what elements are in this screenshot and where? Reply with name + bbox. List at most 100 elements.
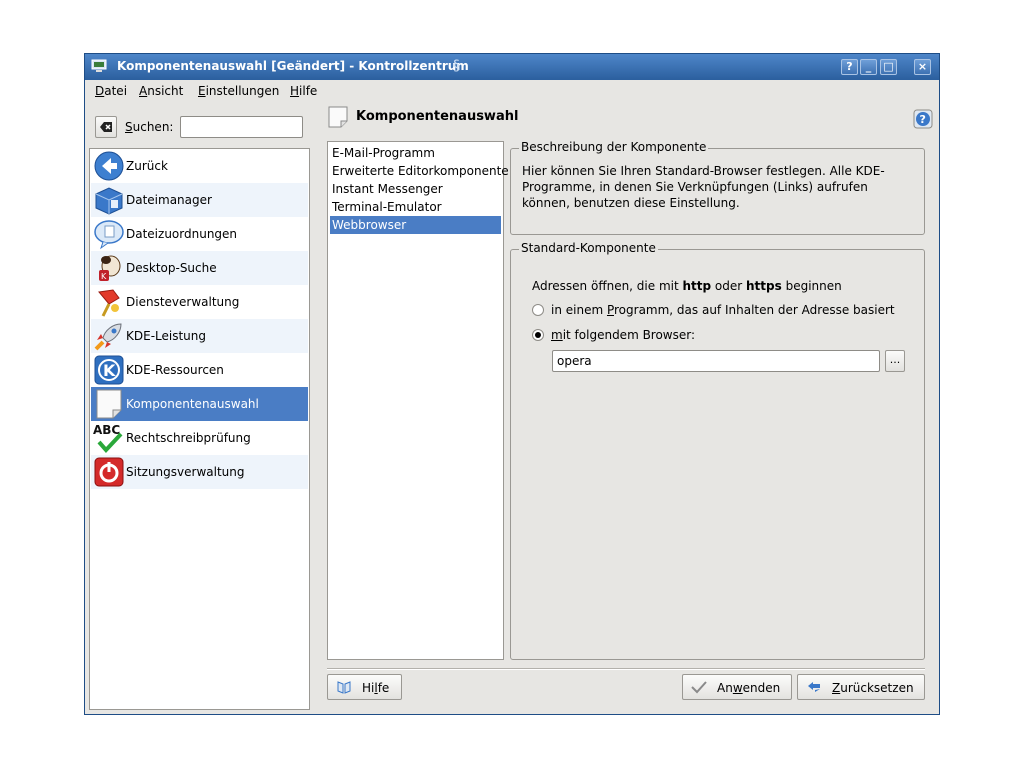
service-manager-icon <box>98 289 120 317</box>
power-icon <box>94 457 124 487</box>
menu-hilfe-mnemonic: H <box>290 84 300 98</box>
option2-post: it folgendem Browser: <box>562 328 696 342</box>
sidebar-item-rechtschreibpruefung[interactable]: ABC Rechtschreibprüfung <box>91 421 308 455</box>
list-item-terminal-emulator[interactable]: Terminal-Emulator <box>330 198 501 216</box>
page-title: Komponentenauswahl <box>356 109 519 124</box>
description-group: Beschreibung der Komponente Hier können … <box>510 140 925 235</box>
clear-search-button[interactable] <box>95 116 117 138</box>
menu-datei-label: atei <box>104 84 128 98</box>
sidebar-item-kde-leistung[interactable]: KDE-Leistung <box>91 319 308 353</box>
browser-command-field[interactable] <box>552 350 880 372</box>
spiral-icon: § <box>453 58 460 74</box>
search-input[interactable] <box>180 116 303 138</box>
minimize-button[interactable]: _ <box>860 59 877 75</box>
option1-post: rogramm, das auf Inhalten der Adresse ba… <box>614 303 895 317</box>
menu-ansicht-label: nsicht <box>147 84 184 98</box>
sidebar-item-diensteverwaltung[interactable]: Diensteverwaltung <box>91 285 308 319</box>
apply-button-label: Anwenden <box>717 681 780 695</box>
sidebar-item-label: Sitzungsverwaltung <box>126 465 245 479</box>
standard-component-group: Standard-Komponente Adressen öffnen, die… <box>510 241 925 660</box>
radio-program-based-label[interactable]: in einem Programm, das auf Inhalten der … <box>551 303 895 317</box>
sidebar-item-desktop-suche[interactable]: K Desktop-Suche <box>91 251 308 285</box>
close-button[interactable]: × <box>914 59 931 75</box>
sidebar-item-dateizuordnungen[interactable]: Dateizuordnungen <box>91 217 308 251</box>
button-separator <box>327 668 925 670</box>
browse-button[interactable]: ... <box>885 350 905 372</box>
sidebar-item-label: Zurück <box>126 159 168 173</box>
address-intro-text: Adressen öffnen, die mit http oder https… <box>532 279 842 293</box>
window-title: Komponentenauswahl [Geändert] - Kontroll… <box>117 59 469 73</box>
sidebar-item-dateimanager[interactable]: Dateimanager <box>91 183 308 217</box>
sidebar-item-kde-ressourcen[interactable]: K KDE-Ressourcen <box>91 353 308 387</box>
module-sidebar: Zurück Dateimanager Dateizuordnungen K D… <box>89 148 310 710</box>
rocket-icon <box>94 323 122 351</box>
help-icon[interactable]: ? <box>913 109 933 129</box>
svg-text:ABC: ABC <box>93 423 120 437</box>
sidebar-item-label: KDE-Leistung <box>126 329 206 343</box>
reset-mnemonic: Z <box>832 681 841 695</box>
sidebar-item-komponentenauswahl[interactable]: Komponentenauswahl <box>91 387 308 421</box>
intro-http: http <box>682 279 712 293</box>
menu-hilfe-label: ilfe <box>299 84 318 98</box>
apply-button[interactable]: Anwenden <box>682 674 792 700</box>
option1-mnemonic: P <box>606 303 614 317</box>
menu-datei-mnemonic: D <box>95 84 105 98</box>
sidebar-item-label: Rechtschreibprüfung <box>126 431 251 445</box>
help-button[interactable]: Hilfe <box>327 674 402 700</box>
title-bar[interactable]: Komponentenauswahl [Geändert] - Kontroll… <box>85 54 939 80</box>
help-post: fe <box>377 681 390 695</box>
option2-mnemonic: m <box>551 328 563 342</box>
file-manager-icon <box>95 187 123 215</box>
help-book-icon <box>337 681 351 694</box>
list-item-e-mail-programm[interactable]: E-Mail-Programm <box>330 144 501 162</box>
clear-search-icon <box>100 122 112 132</box>
apply-post: enden <box>742 681 781 695</box>
reset-post: urücksetzen <box>840 681 914 695</box>
radio-program-based[interactable] <box>532 304 544 316</box>
menu-bar: Datei Ansicht Einstellungen Hilfe <box>85 81 939 101</box>
blank-page-icon <box>96 389 122 419</box>
list-item-editor-component[interactable]: Erweiterte Editorkomponente <box>330 162 509 180</box>
menu-einstellungen[interactable]: Einstellungen <box>198 84 279 98</box>
menu-ansicht[interactable]: Ansicht <box>139 84 183 98</box>
desktop-search-icon: K <box>99 255 121 281</box>
intro-https: https <box>746 279 782 293</box>
svg-text:?: ? <box>920 113 926 126</box>
reset-button[interactable]: Zurücksetzen <box>797 674 925 700</box>
sidebar-item-label: KDE-Ressourcen <box>126 363 224 377</box>
spellcheck-icon: ABC <box>93 423 123 453</box>
description-text: Hier können Sie Ihren Standard-Browser f… <box>522 164 885 210</box>
sidebar-item-sitzungsverwaltung[interactable]: Sitzungsverwaltung <box>91 455 308 489</box>
description-group-title: Beschreibung der Komponente <box>519 140 709 154</box>
back-arrow-icon <box>94 151 124 181</box>
search-label-mnemonic: S <box>125 120 133 134</box>
file-associations-icon <box>94 220 124 250</box>
menu-ansicht-mnemonic: A <box>139 84 148 98</box>
undo-arrow-icon <box>808 682 820 692</box>
svg-text:K: K <box>103 361 116 380</box>
maximize-button[interactable]: □ <box>880 59 897 75</box>
whats-this-button[interactable]: ? <box>841 59 858 75</box>
reset-button-label: Zurücksetzen <box>832 681 914 695</box>
list-item-instant-messenger[interactable]: Instant Messenger <box>330 180 501 198</box>
menu-datei[interactable]: Datei <box>95 84 127 98</box>
page-icon <box>328 106 348 128</box>
radio-specific-browser-label[interactable]: mit folgendem Browser: <box>551 328 695 342</box>
sidebar-item-label: Dateizuordnungen <box>126 227 238 241</box>
sidebar-item-zurueck[interactable]: Zurück <box>91 149 308 183</box>
sidebar-item-label: Dateimanager <box>126 193 212 207</box>
sidebar-item-label: Komponentenauswahl <box>126 397 259 411</box>
menu-einstellungen-mnemonic: E <box>198 84 206 98</box>
menu-hilfe[interactable]: Hilfe <box>290 84 317 98</box>
radio-specific-browser[interactable] <box>532 329 544 341</box>
svg-text:K: K <box>101 272 107 281</box>
sidebar-item-label: Desktop-Suche <box>126 261 217 275</box>
help-button-label: Hilfe <box>362 681 389 695</box>
menu-einstellungen-label: instellungen <box>205 84 280 98</box>
list-item-webbrowser[interactable]: Webbrowser <box>330 216 501 234</box>
checkmark-icon <box>691 681 707 694</box>
help-pre: Hi <box>362 681 375 695</box>
intro-text-mid: oder <box>711 279 747 293</box>
option1-pre: in einem <box>551 303 607 317</box>
search-label-text: uchen: <box>132 120 174 134</box>
